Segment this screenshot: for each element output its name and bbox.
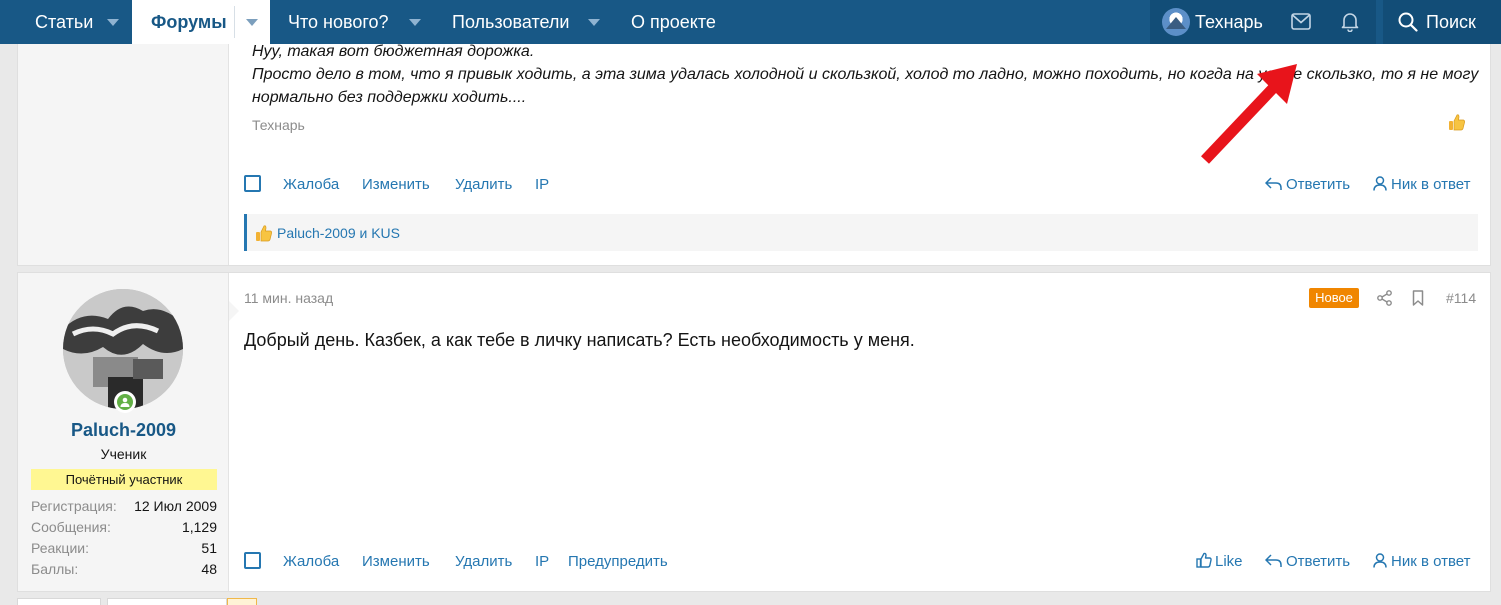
message-user-column <box>18 31 229 265</box>
reactions-users[interactable]: Paluch-2009 и KUS <box>277 225 400 241</box>
users-dropdown-icon[interactable] <box>588 19 600 26</box>
pagination-stub[interactable] <box>107 598 227 605</box>
share-icon[interactable] <box>1377 290 1392 306</box>
stat-value: 1,129 <box>181 519 217 535</box>
nav-users[interactable]: Пользователи <box>452 0 569 44</box>
ip-link[interactable]: IP <box>535 176 549 193</box>
annotation-arrow-icon <box>1201 64 1297 164</box>
user-mention-icon[interactable] <box>1373 553 1387 568</box>
reply-link[interactable]: Ответить <box>1286 553 1350 570</box>
new-badge: Новое <box>1309 288 1359 308</box>
select-post-checkbox[interactable] <box>244 175 261 192</box>
bottom-button-stub[interactable] <box>17 598 101 605</box>
like-reaction-icon <box>256 225 272 242</box>
post-body: Добрый день. Казбек, а как тебе в личку … <box>244 330 915 350</box>
delete-link[interactable]: Удалить <box>455 176 512 193</box>
post-time[interactable]: 11 мин. назад <box>244 290 333 306</box>
warn-link[interactable]: Предупредить <box>568 553 668 570</box>
user-title: Ученик <box>100 446 147 462</box>
stat-value: 12 Июл 2009 <box>134 498 217 514</box>
bookmark-icon[interactable] <box>1412 290 1424 306</box>
mention-link[interactable]: Ник в ответ <box>1391 176 1470 193</box>
report-link[interactable]: Жалоба <box>283 176 339 193</box>
online-status-icon <box>114 391 136 413</box>
delete-link[interactable]: Удалить <box>455 553 512 570</box>
stat-value: 48 <box>201 561 217 577</box>
nav-about[interactable]: О проекте <box>631 0 716 44</box>
username-link[interactable]: Технарь <box>1195 0 1263 44</box>
user-online-icon <box>120 397 130 407</box>
select-post-checkbox[interactable] <box>244 552 261 569</box>
user-mention-icon[interactable] <box>1373 176 1387 191</box>
user-banner: Почётный участник <box>31 469 217 490</box>
like-link[interactable]: Like <box>1215 553 1243 570</box>
pagination-current-stub[interactable] <box>227 598 257 605</box>
stat-value: 51 <box>201 540 217 556</box>
post-number[interactable]: #114 <box>1446 290 1476 306</box>
reply-icon[interactable] <box>1265 554 1282 568</box>
articles-dropdown-icon[interactable] <box>107 19 119 26</box>
message-pointer <box>229 301 239 321</box>
reply-link[interactable]: Ответить <box>1286 176 1350 193</box>
thumbs-up-icon[interactable] <box>1448 113 1466 131</box>
quote-author: Технарь <box>252 117 305 133</box>
like-icon[interactable] <box>1196 552 1212 568</box>
stat-label: Регистрация: <box>31 498 117 514</box>
mention-link[interactable]: Ник в ответ <box>1391 553 1470 570</box>
quote-line-3: нормально без поддержки ходить.... <box>252 89 527 106</box>
search-label[interactable]: Поиск <box>1426 0 1476 44</box>
nav-forums[interactable]: Форумы <box>132 0 234 44</box>
stat-label: Реакции: <box>31 540 89 556</box>
edit-link[interactable]: Изменить <box>362 553 430 570</box>
forums-dropdown-icon[interactable] <box>246 19 258 26</box>
bell-icon[interactable] <box>1341 12 1359 32</box>
username[interactable]: Paluch-2009 <box>18 420 229 441</box>
envelope-icon[interactable] <box>1291 13 1311 30</box>
whats-new-dropdown-icon[interactable] <box>409 19 421 26</box>
nav-separator <box>234 6 235 38</box>
reply-icon[interactable] <box>1265 177 1282 191</box>
stat-label: Сообщения: <box>31 519 111 535</box>
nav-articles[interactable]: Статьи <box>35 0 93 44</box>
search-icon[interactable] <box>1398 12 1418 32</box>
nav-whats-new[interactable]: Что нового? <box>288 0 389 44</box>
top-navigation: Статьи Форумы Что нового? Пользователи О… <box>0 0 1501 44</box>
reactions-bar[interactable]: Paluch-2009 и KUS <box>244 214 1478 251</box>
report-link[interactable]: Жалоба <box>283 553 339 570</box>
ip-link[interactable]: IP <box>535 553 549 570</box>
edit-link[interactable]: Изменить <box>362 176 430 193</box>
quote-line-1: Нуу, такая вот бюджетная дорожка. <box>252 43 535 60</box>
message-user-column: Paluch-2009 Ученик Почётный участник Рег… <box>18 273 229 591</box>
message-post-114: Paluch-2009 Ученик Почётный участник Рег… <box>17 272 1491 592</box>
stat-label: Баллы: <box>31 561 79 577</box>
user-avatar[interactable] <box>1162 8 1190 36</box>
